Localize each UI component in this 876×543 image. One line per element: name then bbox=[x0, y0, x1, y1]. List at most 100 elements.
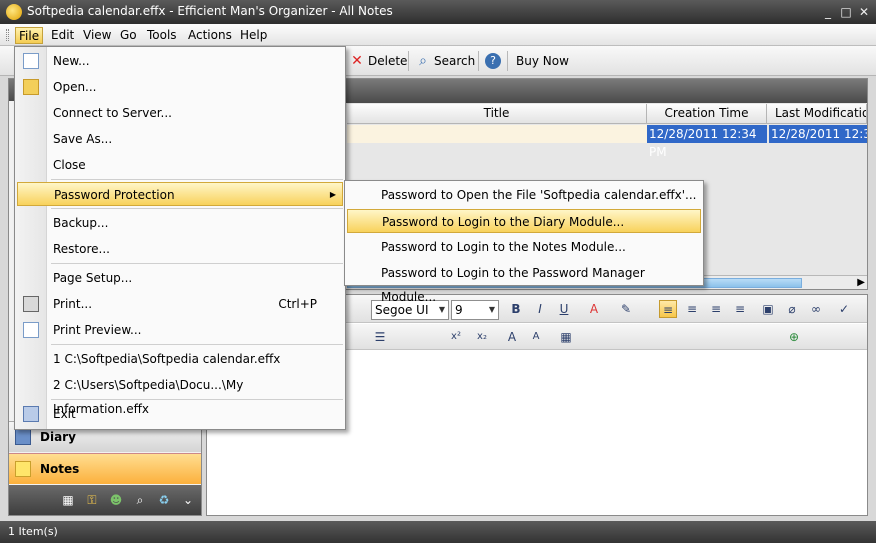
align-right-icon[interactable]: ≡ bbox=[707, 300, 725, 318]
menu-connect[interactable]: Connect to Server... bbox=[17, 101, 343, 125]
numbered-list-icon[interactable]: ☰ bbox=[371, 328, 389, 346]
dropdown-arrow-icon: ▼ bbox=[488, 305, 495, 314]
minimize-button[interactable]: _ bbox=[820, 4, 836, 20]
status-bar: 1 Item(s) bbox=[0, 521, 876, 543]
web-link-icon[interactable]: ⊕ bbox=[785, 328, 803, 346]
chevron-down-icon[interactable]: ⌄ bbox=[181, 493, 195, 507]
maximize-button[interactable]: □ bbox=[838, 4, 854, 20]
diary-icon bbox=[15, 429, 31, 445]
window-title: Softpedia calendar.effx - Efficient Man'… bbox=[27, 4, 393, 18]
column-creation-time[interactable]: Creation Time bbox=[647, 104, 767, 124]
bold-icon[interactable]: B bbox=[507, 300, 525, 318]
search-label: Search bbox=[434, 54, 476, 68]
submenu-diary-password[interactable]: Password to Login to the Diary Module... bbox=[347, 209, 701, 233]
toolbar-separator bbox=[408, 51, 409, 71]
search-mini-icon[interactable]: ⌕ bbox=[133, 493, 147, 507]
menu-view[interactable]: View bbox=[80, 27, 114, 44]
menu-open-label: Open... bbox=[53, 80, 97, 94]
image-icon[interactable]: ▣ bbox=[759, 300, 777, 318]
menu-recent-2[interactable]: 2 C:\Users\Softpedia\Docu...\My Informat… bbox=[17, 373, 343, 416]
column-last-modification[interactable]: Last Modification bbox=[767, 104, 867, 124]
menu-restore[interactable]: Restore... bbox=[17, 237, 343, 261]
delete-label: Delete bbox=[368, 54, 408, 68]
font-color-icon[interactable]: A bbox=[585, 300, 603, 318]
justify-icon[interactable]: ≡ bbox=[731, 300, 749, 318]
submenu-open-file-password[interactable]: Password to Open the File 'Softpedia cal… bbox=[347, 183, 701, 207]
buy-now-button[interactable]: Buy Now bbox=[508, 50, 575, 72]
menu-connect-label: Connect to Server... bbox=[53, 106, 172, 120]
shrink-font-icon[interactable]: A bbox=[527, 328, 545, 346]
search-icon: ⌕ bbox=[419, 53, 427, 69]
search-button[interactable]: ⌕ Search bbox=[412, 50, 481, 72]
submenu-arrow-icon: ▶ bbox=[329, 190, 336, 199]
column-title[interactable]: Title bbox=[347, 104, 647, 124]
menu-print-label: Print... bbox=[53, 297, 93, 311]
align-left-icon[interactable]: ≡ bbox=[659, 300, 677, 318]
key-mini-icon[interactable]: ⚿ bbox=[85, 493, 99, 507]
menu-separator bbox=[51, 179, 343, 180]
submenu-open-file-label: Password to Open the File 'Softpedia cal… bbox=[381, 188, 697, 202]
calendar-mini-icon[interactable]: ▦ bbox=[61, 493, 75, 507]
menu-print-preview[interactable]: Print Preview... bbox=[17, 318, 343, 342]
font-size-select[interactable]: 9 ▼ bbox=[451, 300, 499, 320]
spellcheck-icon[interactable]: ✓ bbox=[835, 300, 853, 318]
table-row[interactable] bbox=[347, 125, 647, 143]
menu-new[interactable]: New... bbox=[17, 49, 343, 73]
nav-diary-label: Diary bbox=[40, 430, 76, 444]
table-icon[interactable]: ▦ bbox=[557, 328, 575, 346]
sidebar-footer: ▦ ⚿ ☻ ⌕ ♻ ⌄ bbox=[9, 485, 201, 515]
menu-print-preview-label: Print Preview... bbox=[53, 323, 142, 337]
close-button[interactable]: ✕ bbox=[856, 4, 872, 20]
notes-icon bbox=[15, 461, 31, 477]
menu-help[interactable]: Help bbox=[237, 27, 270, 44]
italic-icon[interactable]: I bbox=[531, 300, 549, 318]
scroll-right-icon[interactable]: ▶ bbox=[857, 276, 865, 290]
menu-password-protection[interactable]: Password Protection ▶ bbox=[17, 182, 343, 206]
link-icon[interactable]: ∞ bbox=[807, 300, 825, 318]
subscript-icon[interactable]: x₂ bbox=[473, 328, 491, 346]
submenu-notes-label: Password to Login to the Notes Module... bbox=[381, 240, 626, 254]
nav-notes-label: Notes bbox=[40, 462, 80, 476]
menu-backup[interactable]: Backup... bbox=[17, 211, 343, 235]
grow-font-icon[interactable]: A bbox=[503, 328, 521, 346]
buy-now-label: Buy Now bbox=[516, 54, 569, 68]
recycle-mini-icon[interactable]: ♻ bbox=[157, 493, 171, 507]
table-cell-creation[interactable]: 12/28/2011 12:34 PM bbox=[647, 125, 767, 159]
help-button[interactable]: ? bbox=[482, 50, 502, 72]
align-center-icon[interactable]: ≡ bbox=[683, 300, 701, 318]
item-count: 1 Item(s) bbox=[8, 525, 58, 538]
menu-page-setup[interactable]: Page Setup... bbox=[17, 266, 343, 290]
menu-exit[interactable]: Exit bbox=[17, 402, 343, 426]
superscript-icon[interactable]: x² bbox=[447, 328, 465, 346]
menu-actions[interactable]: Actions bbox=[185, 27, 235, 44]
menu-save-as[interactable]: Save As... bbox=[17, 127, 343, 151]
highlight-icon[interactable]: ✎ bbox=[617, 300, 635, 318]
new-document-icon bbox=[23, 53, 39, 69]
file-menu: New... Open... Connect to Server... Save… bbox=[14, 46, 346, 430]
attachment-icon[interactable]: ⌀ bbox=[783, 300, 801, 318]
table-cell-modified[interactable]: 12/28/2011 12:34 PM bbox=[769, 125, 867, 143]
font-size-value: 9 bbox=[455, 303, 463, 317]
menu-print[interactable]: Print... Ctrl+P bbox=[17, 292, 343, 316]
menu-recent-1-label: 1 C:\Softpedia\Softpedia calendar.effx bbox=[53, 352, 281, 366]
menu-close[interactable]: Close bbox=[17, 153, 343, 177]
menu-recent-1[interactable]: 1 C:\Softpedia\Softpedia calendar.effx bbox=[17, 347, 343, 371]
contacts-mini-icon[interactable]: ☻ bbox=[109, 493, 123, 507]
submenu-password-manager[interactable]: Password to Login to the Password Manage… bbox=[347, 261, 701, 304]
menu-tools[interactable]: Tools bbox=[144, 27, 180, 44]
menu-open[interactable]: Open... bbox=[17, 75, 343, 99]
password-submenu: Password to Open the File 'Softpedia cal… bbox=[344, 180, 704, 304]
menu-edit[interactable]: Edit bbox=[48, 27, 77, 44]
help-icon: ? bbox=[485, 53, 501, 69]
menu-exit-label: Exit bbox=[53, 407, 76, 421]
underline-icon[interactable]: U bbox=[555, 300, 573, 318]
menu-file[interactable]: File bbox=[15, 27, 44, 44]
title-bar: Softpedia calendar.effx - Efficient Man'… bbox=[0, 0, 876, 24]
nav-notes[interactable]: Notes bbox=[9, 453, 201, 484]
exit-icon bbox=[23, 406, 39, 422]
app-icon bbox=[6, 4, 22, 20]
submenu-notes-password[interactable]: Password to Login to the Notes Module... bbox=[347, 235, 701, 259]
menu-go[interactable]: Go bbox=[117, 27, 140, 44]
dropdown-arrow-icon: ▼ bbox=[438, 305, 445, 314]
delete-button[interactable]: ✕ Delete bbox=[346, 50, 413, 72]
